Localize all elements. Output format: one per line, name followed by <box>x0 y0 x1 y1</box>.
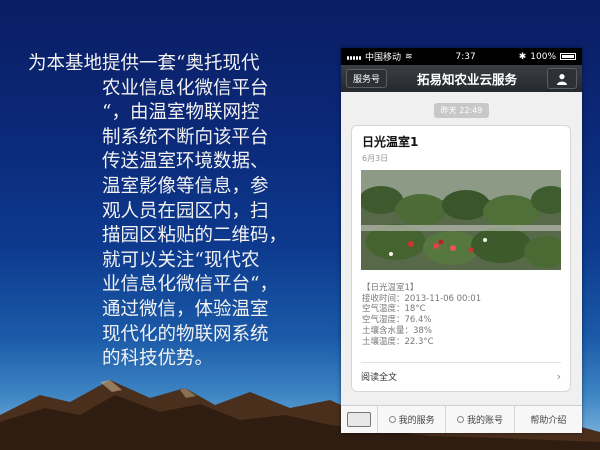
slide-text-line: 通过微信，体验温室 <box>102 298 269 320</box>
menu-button-my-account[interactable]: 我的账号 <box>446 405 515 433</box>
read-full-article-link[interactable]: 阅读全文 › <box>361 367 561 385</box>
reading-line: 【日光温室1】 <box>362 283 419 293</box>
menu-label: 帮助介绍 <box>530 416 567 426</box>
sensor-readings: 【日光温室1】 接收时间：2013-11-06 00:01 空气温度：18°C … <box>362 283 481 347</box>
person-icon <box>557 73 567 85</box>
bottom-menu-bar: 我的服务 我的账号 帮助介绍 <box>341 405 582 433</box>
menu-label: 我的账号 <box>466 416 503 426</box>
presentation-slide: 为本基地提供一套“奥托现代 农业信息化微信平台 “，由温室物联网控 制系统不断向… <box>0 0 600 450</box>
menu-button-help[interactable]: 帮助介绍 <box>515 406 582 434</box>
keyboard-icon <box>347 412 371 427</box>
signal-icon <box>347 53 361 60</box>
strawberry-plants-image <box>361 170 561 270</box>
battery-icon <box>560 53 576 60</box>
menu-dot-icon <box>388 416 396 423</box>
reading-line: 土壤含水量：38% <box>362 325 432 336</box>
wechat-phone-screenshot: 中国移动 ≋ 7:37 ✱ 100% 服务号 拓易知农业云服务 昨天 22:49 <box>341 48 582 433</box>
message-date-badge: 昨天 22:49 <box>433 103 490 118</box>
slide-text-line: “，由温室物联网控 <box>102 102 260 124</box>
profile-button[interactable] <box>547 68 577 89</box>
slide-text-line: 传送温室环境数据、 <box>102 151 269 173</box>
read-more-label: 阅读全文 <box>361 372 398 383</box>
slide-text-line: 制系统不断向该平台 <box>102 126 269 148</box>
slide-text-line: 描园区粘贴的二维码， <box>102 225 288 247</box>
status-bar: 中国移动 ≋ 7:37 ✱ 100% <box>341 48 582 65</box>
chevron-right-icon: › <box>556 369 561 383</box>
bluetooth-icon: ✱ <box>518 51 527 62</box>
menu-button-my-services[interactable]: 我的服务 <box>378 405 447 433</box>
slide-text-line: 现代化的物联网系统 <box>102 323 269 345</box>
reading-line: 空气湿度：76.4% <box>362 315 432 326</box>
reading-line: 接收时间：2013-11-06 00:01 <box>362 293 482 304</box>
clock: 7:37 <box>455 51 476 62</box>
slide-text-line: 为本基地提供一套“奥托现代 <box>28 53 260 74</box>
card-divider <box>361 362 561 363</box>
battery-percent: 100% <box>530 51 556 62</box>
menu-dot-icon <box>456 416 464 423</box>
card-date: 6月3日 <box>362 154 389 163</box>
carrier-label: 中国移动 <box>365 53 402 63</box>
nav-title: 拓易知农业云服务 <box>417 72 518 87</box>
nav-bar: 服务号 拓易知农业云服务 <box>341 65 582 92</box>
back-button[interactable]: 服务号 <box>346 69 388 88</box>
slide-text-line: 就可以关注“现代农 <box>102 249 260 271</box>
greenhouse-photo <box>361 170 561 270</box>
article-card[interactable]: 日光温室1 6月3日 【日光温室1】 接收时间：2013-11-06 00:01… <box>351 125 571 392</box>
wifi-icon: ≋ <box>405 51 413 62</box>
reading-line: 空气温度：18°C <box>362 304 426 315</box>
slide-body-text: 为本基地提供一套“奥托现代 农业信息化微信平台 “，由温室物联网控 制系统不断向… <box>28 52 328 372</box>
slide-text-line: 温室影像等信息，参 <box>102 175 269 197</box>
slide-text-line: 业信息化微信平台“， <box>102 274 278 296</box>
reading-line: 土壤温度：22.3°C <box>362 336 434 347</box>
slide-text-line: 观人员在园区内，扫 <box>102 200 269 222</box>
slide-text-line: 农业信息化微信平台 <box>102 77 269 99</box>
menu-label: 我的服务 <box>398 416 435 426</box>
card-title: 日光温室1 <box>362 135 419 149</box>
keyboard-toggle-button[interactable] <box>341 405 378 433</box>
